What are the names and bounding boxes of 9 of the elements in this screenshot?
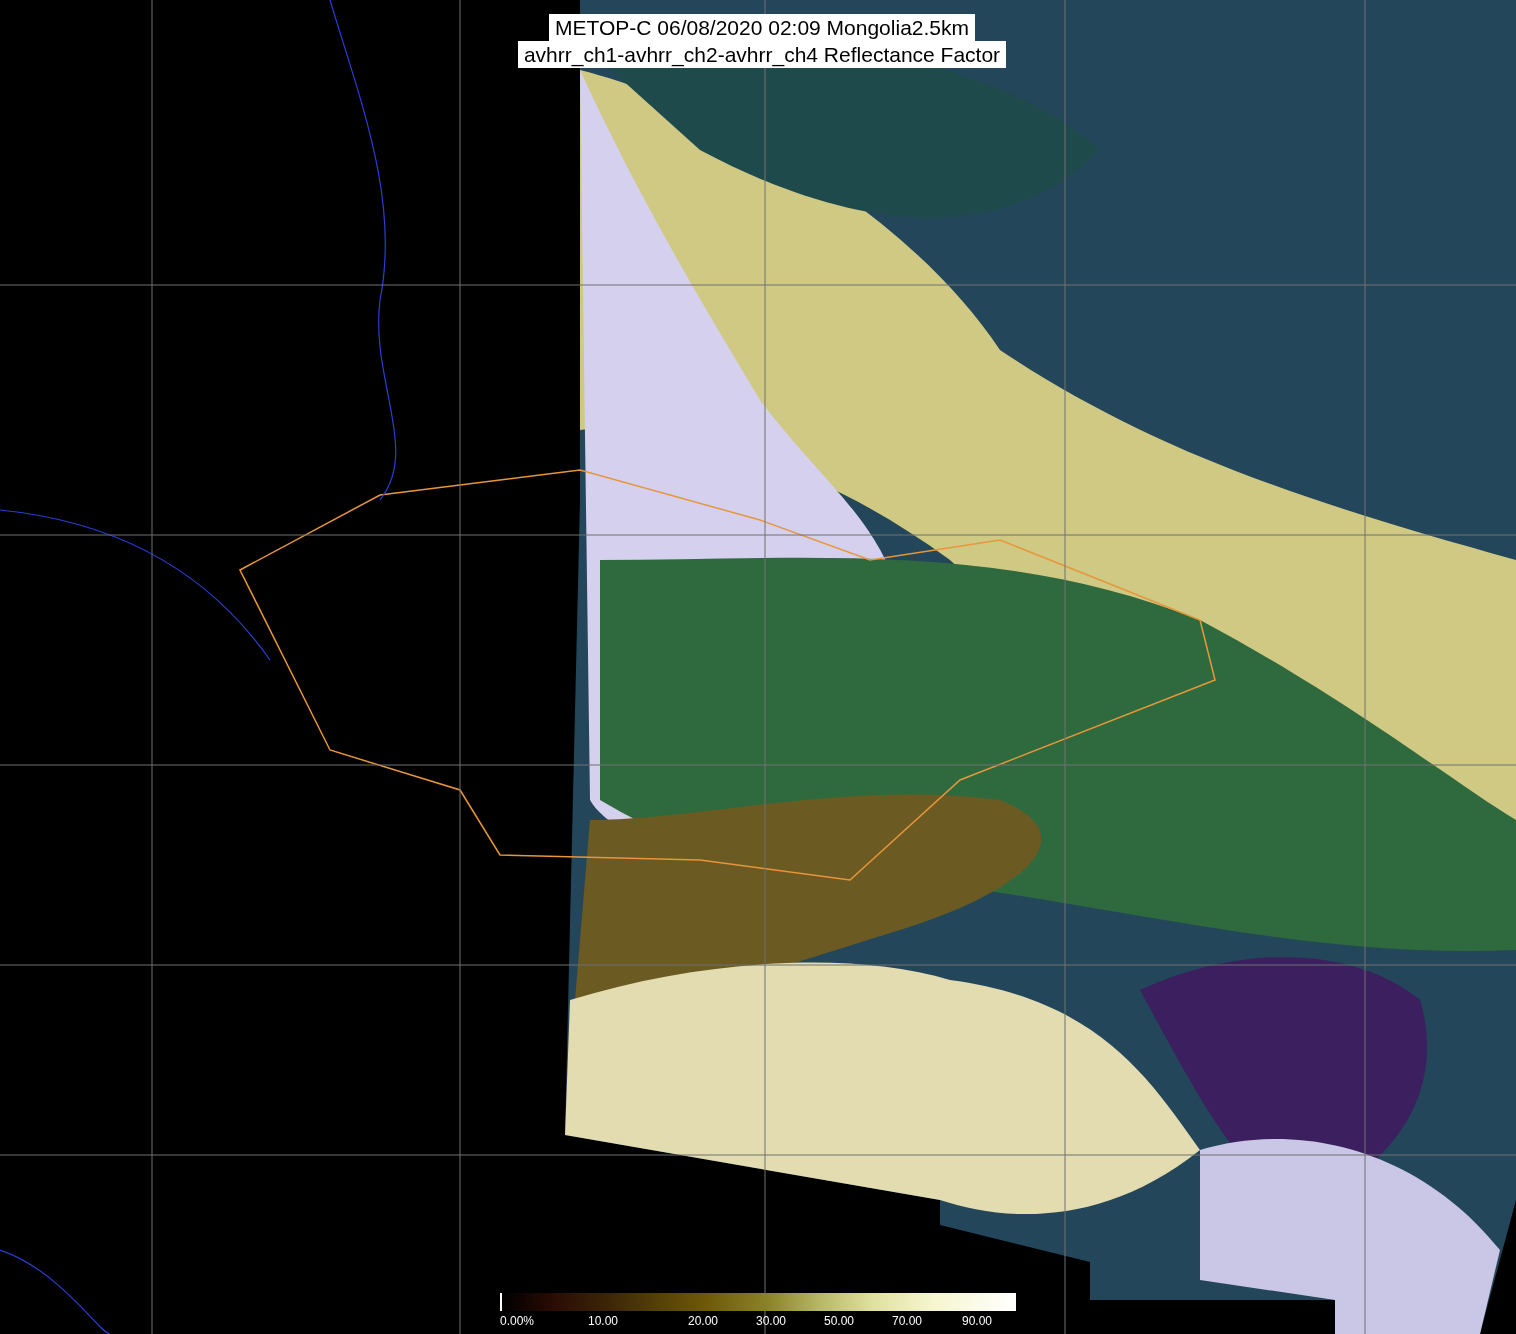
map-title: METOP-C 06/08/2020 02:09 Mongolia2.5km [549,14,975,41]
scale-label: 10.00 [588,1313,620,1330]
scale-label: 20.00 [688,1313,720,1330]
scale-label: 0.00% [500,1313,536,1330]
scale-label: 70.00 [892,1313,924,1330]
scale-label: 50.00 [824,1313,856,1330]
scale-label: 90.00 [962,1313,993,1330]
scale-label: 30.00 [756,1313,788,1330]
map-title: avhrr_ch1-avhrr_ch2-avhrr_ch4 Reflectance Factor [517,41,1007,68]
